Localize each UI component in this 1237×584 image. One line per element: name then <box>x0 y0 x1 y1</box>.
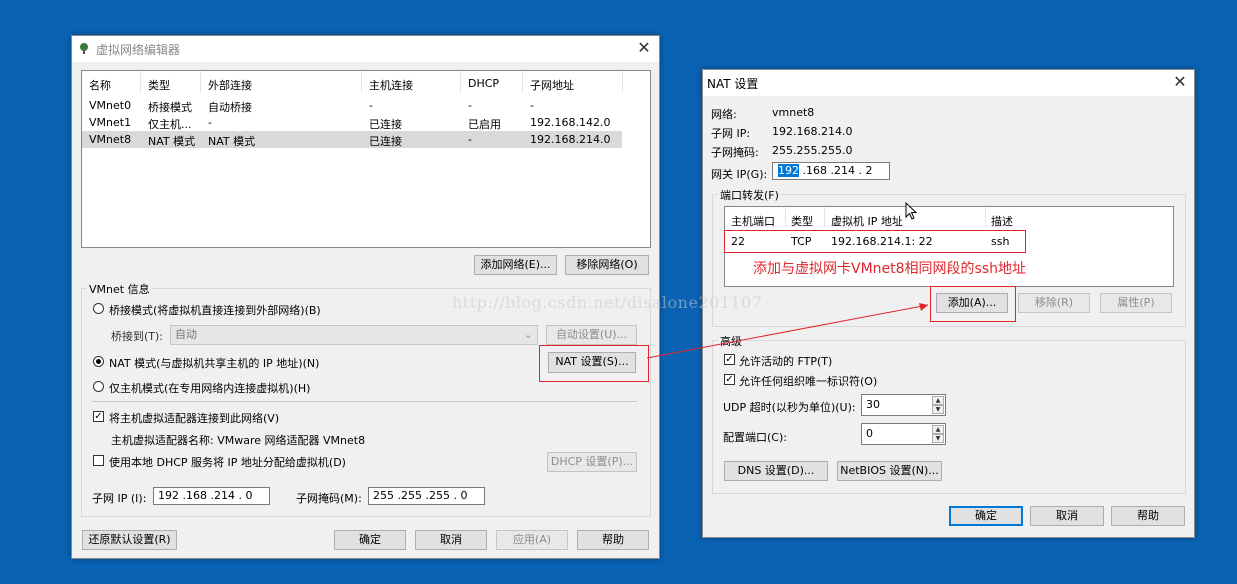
annotation-arrow <box>646 303 929 359</box>
watermark-text: http://blog.csdn.net/disalone201107 <box>452 293 763 312</box>
